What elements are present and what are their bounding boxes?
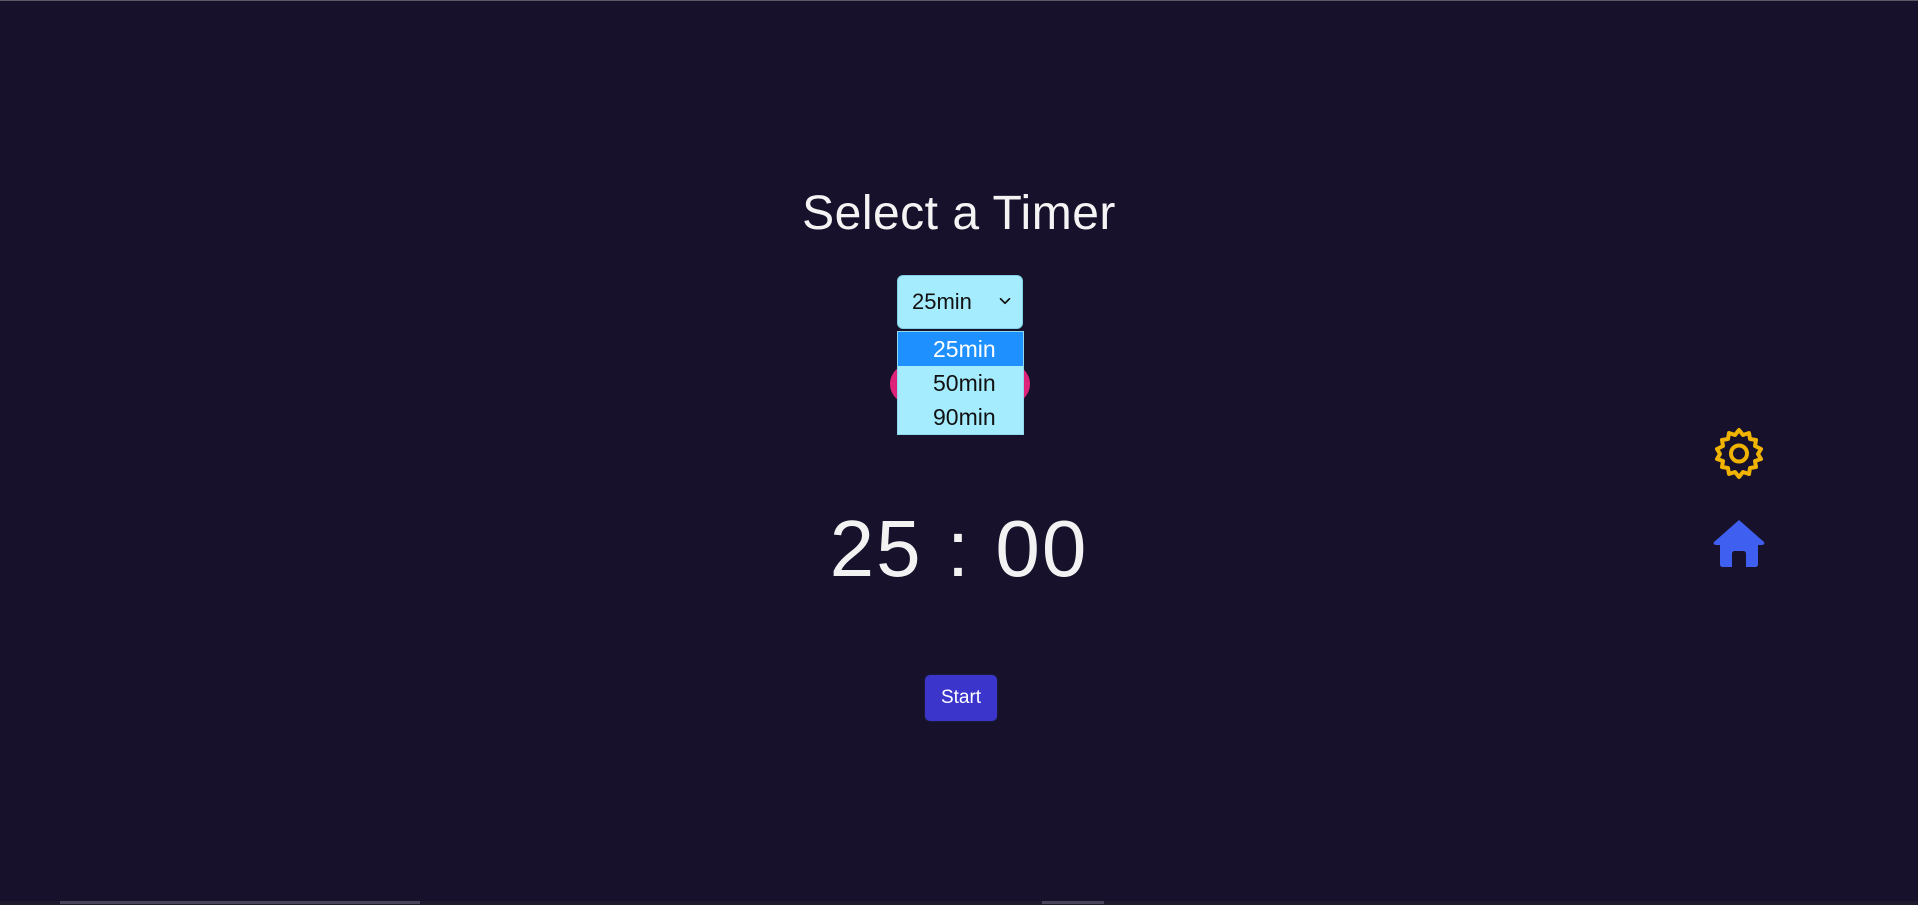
timer-select-dropdown: 25min 50min 90min: [897, 331, 1024, 435]
start-button[interactable]: Start: [924, 674, 998, 722]
page-title: Select a Timer: [802, 187, 1116, 240]
window-top-border: [0, 0, 1918, 1]
timer-option-25[interactable]: 25min: [898, 332, 1023, 366]
timer-option-50[interactable]: 50min: [898, 366, 1023, 400]
timer-select-value: 25min: [912, 289, 972, 314]
home-icon[interactable]: [1712, 518, 1766, 568]
timer-display: 25 : 00: [829, 504, 1089, 593]
timer-select[interactable]: 25min: [897, 275, 1023, 329]
taskbar-segment: [60, 901, 420, 904]
timer-option-90[interactable]: 90min: [898, 400, 1023, 434]
taskbar-segment: [1042, 901, 1104, 904]
chevron-down-icon: [999, 297, 1011, 305]
taskbar-strip: [0, 901, 1918, 905]
gear-icon[interactable]: [1712, 426, 1766, 480]
